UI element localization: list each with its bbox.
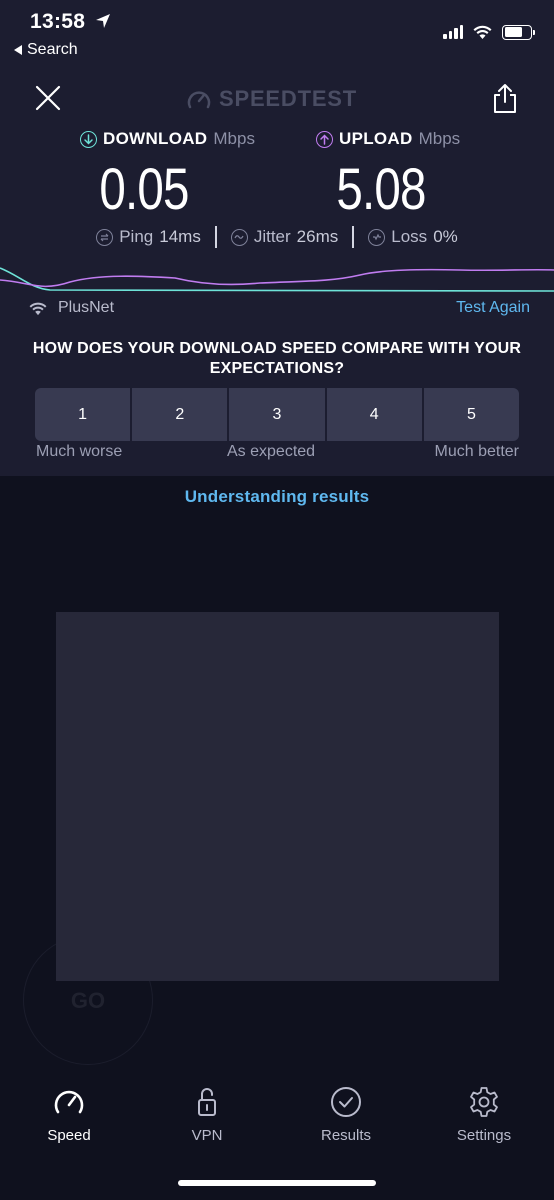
test-again-link[interactable]: Test Again bbox=[456, 299, 530, 317]
rating-option-4[interactable]: 4 bbox=[326, 388, 422, 441]
go-label: GO bbox=[70, 988, 106, 1013]
upload-arrow-icon bbox=[316, 130, 333, 148]
speedometer-icon bbox=[54, 1090, 84, 1114]
back-triangle-icon bbox=[14, 45, 22, 55]
tab-vpn[interactable]: VPN bbox=[152, 1085, 262, 1144]
logo-text: SPEEDTEST bbox=[219, 86, 358, 111]
isp-name: PlusNet bbox=[58, 299, 115, 316]
rating-option-3[interactable]: 3 bbox=[229, 388, 325, 441]
battery-icon bbox=[502, 24, 535, 40]
tab-results-label: Results bbox=[320, 1127, 372, 1144]
rating-bar: 1 2 3 4 5 bbox=[35, 388, 519, 441]
speed-graph bbox=[0, 267, 554, 292]
loss-stat: Loss 0% bbox=[354, 227, 472, 247]
loss-icon bbox=[368, 228, 386, 246]
download-label: DOWNLOAD Mbps bbox=[80, 129, 255, 149]
ad-placeholder[interactable] bbox=[56, 612, 499, 981]
close-icon[interactable] bbox=[34, 84, 62, 112]
cellular-signal-icon bbox=[443, 25, 463, 39]
wifi-icon bbox=[473, 25, 492, 39]
rating-option-1[interactable]: 1 bbox=[35, 388, 131, 441]
tab-speed[interactable]: Speed bbox=[14, 1085, 124, 1144]
ping-stat: Ping 14ms bbox=[82, 227, 215, 247]
upload-graph-line bbox=[0, 268, 554, 288]
back-label: Search bbox=[27, 41, 78, 58]
jitter-stat: Jitter 26ms bbox=[217, 227, 352, 247]
tab-vpn-label: VPN bbox=[191, 1127, 223, 1144]
survey-question: HOW DOES YOUR DOWNLOAD SPEED COMPARE WIT… bbox=[32, 340, 522, 377]
tab-speed-label: Speed bbox=[47, 1127, 91, 1144]
download-value: 0.05 bbox=[99, 157, 189, 222]
gear-icon bbox=[470, 1087, 498, 1117]
understanding-results-link[interactable]: Understanding results bbox=[0, 487, 554, 507]
download-arrow-icon bbox=[80, 130, 97, 148]
home-indicator[interactable] bbox=[178, 1180, 376, 1186]
tab-settings[interactable]: Settings bbox=[429, 1085, 539, 1144]
status-time: 13:58 bbox=[30, 10, 86, 33]
status-indicators bbox=[443, 24, 535, 40]
tab-bar: Speed VPN Results Settings bbox=[0, 1085, 554, 1155]
tab-settings-label: Settings bbox=[456, 1127, 512, 1144]
unlock-icon bbox=[198, 1088, 216, 1116]
location-arrow-icon bbox=[96, 14, 110, 28]
jitter-icon bbox=[230, 228, 248, 246]
gauge-icon bbox=[187, 91, 211, 109]
latency-stats: Ping 14ms Jitter 26ms Loss 0% bbox=[0, 226, 554, 248]
upload-label: UPLOAD Mbps bbox=[316, 129, 460, 149]
rating-option-2[interactable]: 2 bbox=[132, 388, 228, 441]
wifi-icon bbox=[29, 302, 47, 315]
checkmark-circle-icon bbox=[331, 1087, 361, 1117]
tab-results[interactable]: Results bbox=[291, 1085, 401, 1144]
rating-label-mid: As expected bbox=[227, 443, 316, 460]
rating-option-5[interactable]: 5 bbox=[423, 388, 519, 441]
speedtest-logo: SPEEDTEST bbox=[186, 86, 357, 112]
rating-label-low: Much worse bbox=[36, 443, 123, 460]
rating-label-high: Much better bbox=[434, 443, 519, 460]
isp-info: PlusNet bbox=[28, 299, 114, 317]
upload-value: 5.08 bbox=[336, 157, 426, 222]
ping-icon bbox=[96, 228, 114, 246]
back-to-search-button[interactable]: Search bbox=[14, 41, 78, 59]
share-icon[interactable] bbox=[492, 82, 518, 114]
